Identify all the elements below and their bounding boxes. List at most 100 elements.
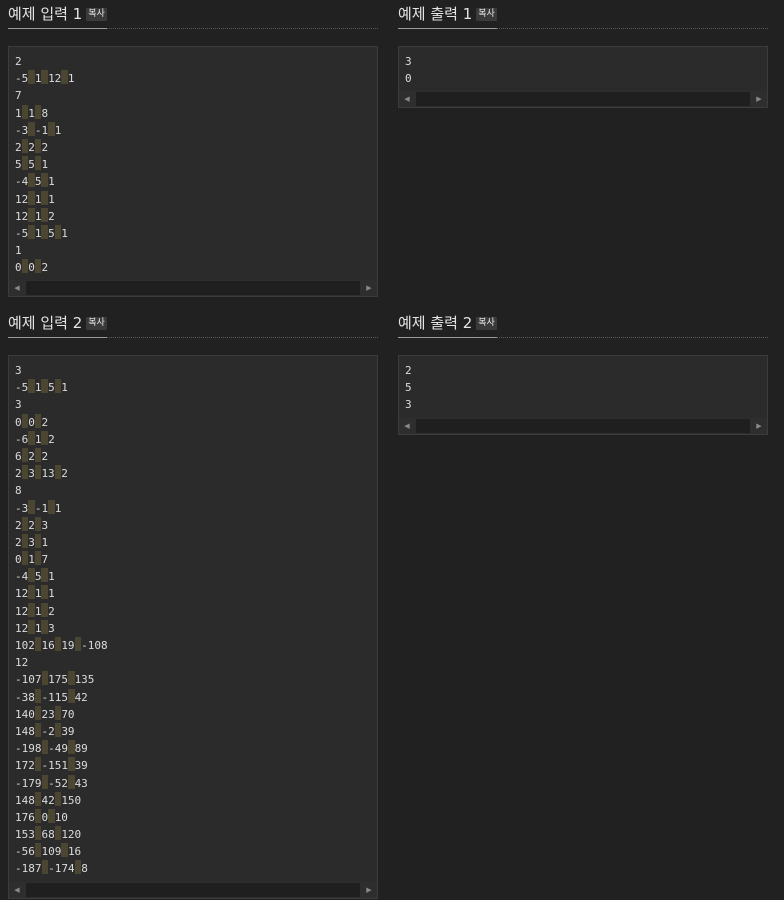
arrow-left-icon[interactable]: ◀ xyxy=(399,418,415,434)
code-token: 1 xyxy=(34,621,42,635)
code-token: 0 xyxy=(15,415,22,429)
scrollbar-track[interactable] xyxy=(26,882,360,897)
space-marker xyxy=(61,70,68,85)
arrow-right-icon[interactable]: ▶ xyxy=(751,418,767,434)
space-marker xyxy=(67,757,75,772)
space-marker xyxy=(28,568,35,583)
code-line: -38 -115 42 xyxy=(15,688,371,706)
code-line: 12 1 2 xyxy=(15,207,371,225)
arrow-right-icon[interactable]: ▶ xyxy=(361,280,377,296)
code-token: 19 xyxy=(61,639,75,652)
horizontal-scrollbar[interactable]: ◀ ▶ xyxy=(9,280,377,297)
arrow-right-icon[interactable]: ▶ xyxy=(361,882,377,898)
headline-title: 예제 출력 2 복사 xyxy=(398,309,497,338)
sample-output-2-box: 2 5 3 ◀ ▶ xyxy=(398,355,768,435)
code-token: 6 xyxy=(15,449,22,463)
code-token: -49 xyxy=(48,742,68,756)
horizontal-scrollbar[interactable]: ◀ ▶ xyxy=(399,91,767,108)
code-token: 1 xyxy=(48,570,55,584)
sample-code: 3 -5 1 5 1 3 0 0 2 -6 1 2 6 2 2 2 3 13 2 8 -3 -1 1 2 2 3 2 3 1 0 1 7 -4 5… xyxy=(9,356,377,882)
headline-title: 예제 입력 2 복사 xyxy=(8,309,107,338)
section-headline: 예제 입력 1 복사 xyxy=(8,0,378,29)
code-token: 0 xyxy=(405,72,412,86)
code-token: 8 xyxy=(41,106,49,120)
code-line: 5 xyxy=(405,379,761,396)
code-token: 140 xyxy=(15,707,35,721)
code-line: 118 xyxy=(15,104,371,122)
code-token: -2 xyxy=(41,724,55,738)
code-token: 1 xyxy=(54,501,62,515)
copy-button[interactable]: 복사 xyxy=(476,316,497,330)
code-token: 1 xyxy=(34,604,42,618)
code-token: 70 xyxy=(61,707,75,721)
arrow-left-icon[interactable]: ◀ xyxy=(9,882,25,898)
scrollbar-track[interactable] xyxy=(416,92,750,107)
code-token: 2 xyxy=(41,449,49,463)
code-token: -1 xyxy=(34,501,49,515)
code-line: 622 xyxy=(15,447,371,465)
code-token: 0 xyxy=(15,553,22,567)
code-line: -179 -52 43 xyxy=(15,774,371,792)
copy-button[interactable]: 복사 xyxy=(86,316,107,330)
code-token: 2 xyxy=(15,55,22,68)
code-line: 231 xyxy=(15,533,371,551)
code-token: -108 xyxy=(81,639,108,652)
code-line: 1 xyxy=(15,242,371,259)
code-line: 176 0 10 xyxy=(15,808,371,826)
code-line: 148 42 150 xyxy=(15,791,371,809)
code-token: 2 xyxy=(41,140,49,154)
code-token: 1 xyxy=(34,587,42,601)
code-token: 1 xyxy=(34,192,42,206)
code-line: 002 xyxy=(15,413,371,431)
code-token: 1 xyxy=(34,209,42,223)
horizontal-scrollbar[interactable]: ◀ ▶ xyxy=(399,417,767,434)
code-token: -1 xyxy=(34,123,49,137)
arrow-left-icon[interactable]: ◀ xyxy=(399,91,415,107)
code-token: -3 xyxy=(15,123,29,137)
code-line: 8 xyxy=(15,482,371,499)
sample-code: 2 -5 1 12 1 7 1 1 8 -3 -1 1 2 2 2 5 5 1 -4 5 1 12 1 1 12 1 2 -5 1 5 1 1… xyxy=(9,47,377,280)
code-token: 1 xyxy=(61,226,68,240)
code-token: 39 xyxy=(74,759,88,773)
headline-title: 예제 출력 1 복사 xyxy=(398,0,497,29)
code-token: 5 xyxy=(48,226,55,240)
code-token: 12 xyxy=(15,209,29,223)
code-line: 12 1 2 xyxy=(15,602,371,620)
horizontal-scrollbar[interactable]: ◀ ▶ xyxy=(9,881,377,898)
code-line: -198 -49 89 xyxy=(15,740,371,757)
code-token: 5 xyxy=(34,570,42,584)
code-token: 3 xyxy=(41,518,49,532)
code-token: -151 xyxy=(41,759,68,773)
code-line: 3 xyxy=(405,53,761,70)
code-token: 1 xyxy=(15,106,22,120)
code-line: 223 xyxy=(15,516,371,534)
code-token: -115 xyxy=(41,690,68,704)
code-token: -5 xyxy=(15,381,29,395)
space-marker xyxy=(28,70,35,85)
code-token: 0 xyxy=(28,261,35,275)
code-token: 153 xyxy=(15,828,35,842)
code-token: 0 xyxy=(15,261,22,275)
section-headline: 예제 출력 1 복사 xyxy=(398,0,768,29)
code-token: 12 xyxy=(15,587,29,601)
code-token: 1 xyxy=(54,123,62,137)
code-token: 68 xyxy=(41,828,55,842)
code-token: 1 xyxy=(34,72,42,86)
code-token: 10 xyxy=(54,810,68,824)
arrow-left-icon[interactable]: ◀ xyxy=(9,280,25,296)
copy-button[interactable]: 복사 xyxy=(476,7,497,21)
code-token: 12 xyxy=(48,72,62,86)
code-token: 2 xyxy=(28,449,35,463)
code-token: 2 xyxy=(15,467,22,481)
code-token: 89 xyxy=(74,742,88,756)
code-line: -4 5 1 xyxy=(15,173,371,190)
scrollbar-track[interactable] xyxy=(416,418,750,433)
code-token: 3 xyxy=(28,535,35,549)
code-token: 5 xyxy=(405,381,412,395)
code-line: -5 1 12 1 xyxy=(15,70,371,87)
code-line: 102 16 19 -108 xyxy=(15,637,371,654)
copy-button[interactable]: 복사 xyxy=(86,7,107,21)
arrow-right-icon[interactable]: ▶ xyxy=(751,91,767,107)
scrollbar-track[interactable] xyxy=(26,281,360,296)
code-token: 150 xyxy=(61,793,82,807)
